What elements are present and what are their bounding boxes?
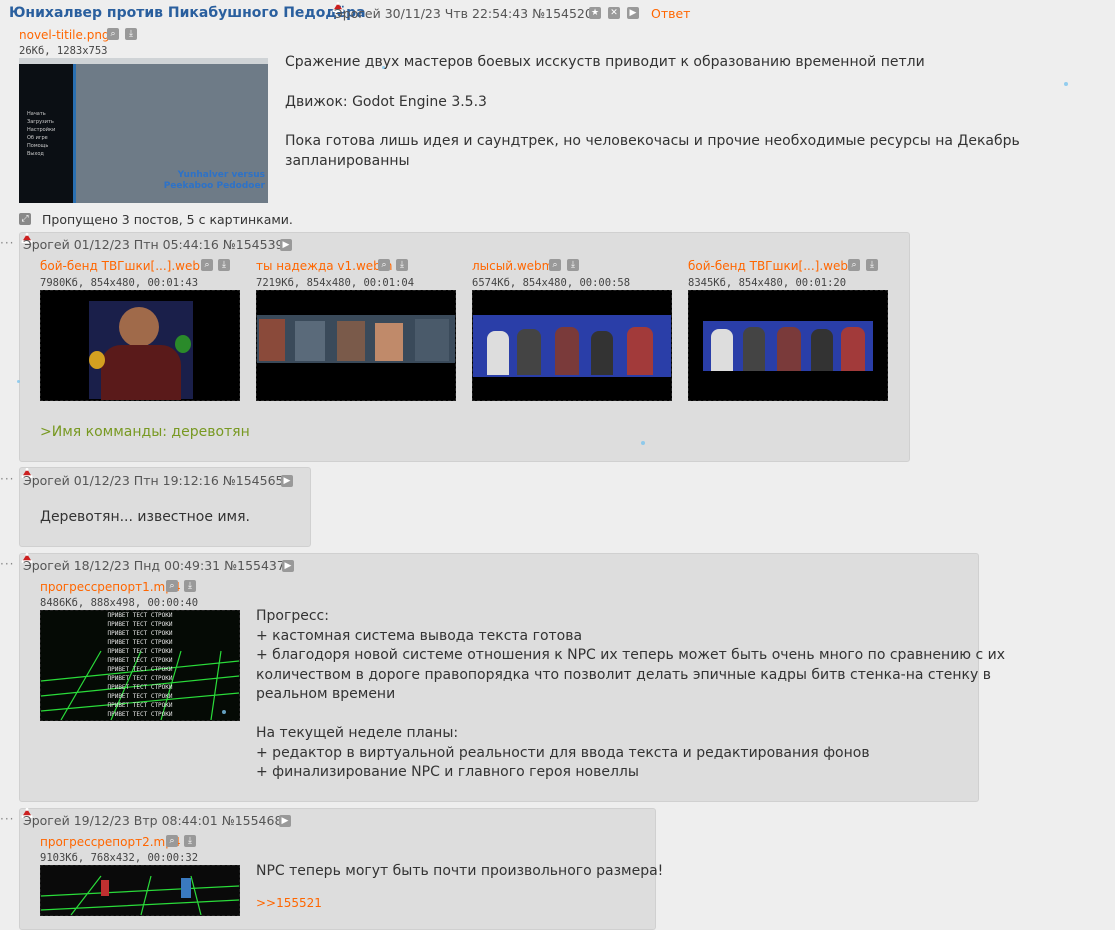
greentext-quote: >Имя комманды: деревотян: [40, 424, 250, 440]
download-icon[interactable]: ⤓: [396, 259, 408, 271]
search-icon[interactable]: ⌕: [107, 28, 119, 40]
post-meta: Эрогей 19/12/23 Втр 08:44:01 №155468: [23, 813, 282, 828]
thumb-menu: Начать Загрузить Настройки Об игре Помощь Вых…: [27, 111, 56, 157]
post-number[interactable]: №154565: [223, 473, 284, 488]
search-icon[interactable]: ⌕: [166, 835, 178, 847]
video-thumbnail[interactable]: [472, 290, 672, 401]
file-name[interactable]: прогрессрепорт1.mp4: [40, 580, 181, 594]
file-meta: 8345Кб, 854x480, 00:01:20: [688, 277, 847, 289]
dots-icon: ···: [0, 236, 15, 250]
file-name[interactable]: лысый.webm: [472, 259, 553, 273]
file-meta: 8486Кб, 888x498, 00:00:40: [40, 597, 199, 609]
file-name[interactable]: novel-titile.png: [19, 28, 110, 42]
search-icon[interactable]: ⌕: [166, 580, 178, 592]
post-number[interactable]: №155468: [222, 813, 283, 828]
post-meta: Эрогей 01/12/23 Птн 05:44:16 №154539: [23, 237, 283, 252]
play-icon[interactable]: ▶: [282, 560, 294, 572]
dots-icon: ···: [0, 812, 15, 826]
post-meta: Эрогей 18/12/23 Пнд 00:49:31 №155437: [23, 558, 285, 573]
play-icon[interactable]: ▶: [627, 7, 639, 19]
post-author: Эрогей: [23, 237, 70, 252]
dots-icon: ···: [0, 472, 15, 486]
thumb-caption: Yunhalver versus Peekaboo Pedodoer: [163, 170, 265, 191]
play-icon[interactable]: ▶: [279, 815, 291, 827]
thumb-text: ПРИВЕТ ТЕСТ СТРОКИ ПРИВЕТ ТЕСТ СТРОКИ ПРИВ…: [107, 612, 173, 718]
dots-icon: ···: [0, 557, 15, 571]
op-meta: Эрогей 30/11/23 Чтв 22:54:43 №154520: [334, 6, 593, 21]
video-thumbnail[interactable]: [256, 290, 456, 401]
file-name[interactable]: бой-бенд ТВГшки[...].webm: [40, 259, 212, 273]
op-line-3: Пока готова лишь идея и саундтрек, но че…: [285, 133, 1020, 169]
thread-subject: Юнихалвер против Пикабушного Педодёра: [9, 5, 366, 21]
file-meta: 7219Кб, 854x480, 00:01:04: [256, 277, 415, 289]
post-date: 18/12/23 Пнд 00:49:31: [73, 558, 221, 573]
star-icon[interactable]: ★: [589, 7, 601, 19]
search-icon[interactable]: ⌕: [378, 259, 390, 271]
post-number[interactable]: №154539: [223, 237, 284, 252]
video-thumbnail[interactable]: ПРИВЕТ ТЕСТ СТРОКИ ПРИВЕТ ТЕСТ СТРОКИ ПРИВ…: [40, 610, 240, 721]
video-thumbnail[interactable]: [40, 290, 240, 401]
post-text: NPC теперь могут быть почти произвольног…: [256, 863, 664, 879]
post-author: Эрогей: [23, 473, 70, 488]
post-author: Эрогей: [23, 558, 70, 573]
file-name[interactable]: бой-бенд ТВГшки[...].webm: [688, 259, 860, 273]
play-icon[interactable]: ▶: [281, 475, 293, 487]
post-text: Прогресс: + кастомная система вывода тек…: [256, 608, 1006, 780]
snowflake-icon: [17, 380, 20, 383]
post-date: 19/12/23 Втр 08:44:01: [73, 813, 218, 828]
reply-link[interactable]: Ответ: [651, 6, 690, 21]
op-line-1: Сражение двух мастеров боевых исскуств п…: [285, 54, 925, 70]
op-line-2: Движок: Godot Engine 3.5.3: [285, 94, 487, 110]
file-meta: 7980Кб, 854x480, 00:01:43: [40, 277, 199, 289]
file-name[interactable]: ты надежда v1.webm: [256, 259, 393, 273]
post-number[interactable]: №154520: [532, 6, 593, 21]
skipped-posts[interactable]: Пропущено 3 постов, 5 с картинками.: [42, 212, 293, 227]
search-icon[interactable]: ⌕: [201, 259, 213, 271]
snowflake-icon: [382, 66, 385, 69]
file-meta: 26Кб, 1283x753: [19, 45, 108, 57]
download-icon[interactable]: ⤓: [184, 580, 196, 592]
post-author: Эрогей: [23, 813, 70, 828]
post-author: Эрогей: [334, 6, 381, 21]
download-icon[interactable]: ⤓: [184, 835, 196, 847]
search-icon[interactable]: ⌕: [848, 259, 860, 271]
download-icon[interactable]: ⤓: [218, 259, 230, 271]
post-meta: Эрогей 01/12/23 Птн 19:12:16 №154565: [23, 473, 283, 488]
video-thumbnail[interactable]: [40, 865, 240, 916]
expand-icon[interactable]: ⤢: [19, 213, 31, 225]
snowflake-icon: [641, 441, 645, 445]
snowflake-icon: [1064, 82, 1068, 86]
reply-backlink[interactable]: >>155521: [256, 896, 322, 910]
post-date: 01/12/23 Птн 05:44:16: [73, 237, 219, 252]
post-date: 30/11/23 Чтв 22:54:43: [384, 6, 529, 21]
snowflake-icon: [222, 710, 226, 714]
play-icon[interactable]: ▶: [280, 239, 292, 251]
download-icon[interactable]: ⤓: [125, 28, 137, 40]
post-text: Деревотян... известное имя.: [40, 509, 250, 525]
op-thumbnail[interactable]: Начать Загрузить Настройки Об игре Помощь Вых…: [19, 58, 268, 203]
hide-icon[interactable]: ✕: [608, 7, 620, 19]
grid-graphic: [41, 875, 239, 915]
post-date: 01/12/23 Птн 19:12:16: [73, 473, 219, 488]
download-icon[interactable]: ⤓: [866, 259, 878, 271]
search-icon[interactable]: ⌕: [549, 259, 561, 271]
file-meta: 9103Кб, 768x432, 00:00:32: [40, 852, 199, 864]
file-meta: 6574Кб, 854x480, 00:00:58: [472, 277, 631, 289]
download-icon[interactable]: ⤓: [567, 259, 579, 271]
post-number[interactable]: №155437: [224, 558, 285, 573]
file-name[interactable]: прогрессрепорт2.mp4: [40, 835, 181, 849]
video-thumbnail[interactable]: [688, 290, 888, 401]
